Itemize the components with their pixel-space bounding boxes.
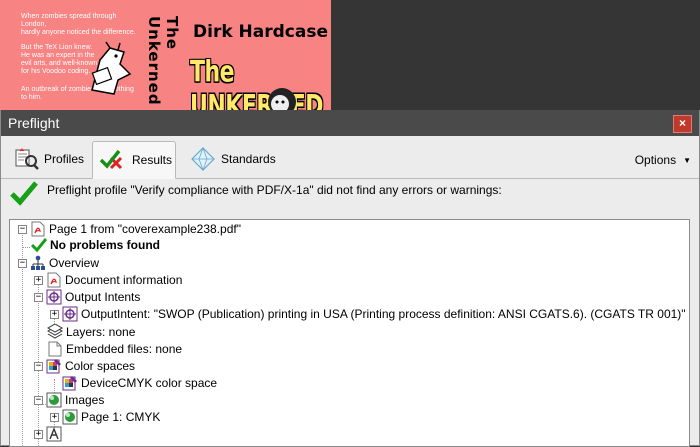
cover-blurb-paragraph: When zombies spread through London, hard… [21,13,136,36]
results-checkmark-icon [99,148,127,172]
tree-row[interactable]: Document information [46,271,182,288]
image-icon [62,409,78,425]
options-label: Options [634,153,677,167]
tab-standards[interactable]: Standards [184,141,282,177]
tree-row-label: Overview [49,255,100,270]
tab-profiles[interactable]: Profiles [7,141,90,177]
images-icon [46,392,62,408]
tree-row-label: Embedded files: none [66,341,183,356]
cover-book-title: The UNKERNED [190,56,324,110]
cmyk-color-icon [62,375,78,391]
tree-row[interactable]: Embedded files: none [47,340,182,357]
window-titlebar[interactable]: Preflight × [1,110,699,136]
output-intents-icon [46,289,62,305]
tree-row-label: Page 1 from "coverexample238.pdf" [49,221,241,236]
tree-row-label: DeviceCMYK color space [81,375,218,390]
cover-zombie-illustration [268,88,296,110]
tree-row[interactable]: OutputIntent: "SWOP (Publication) printi… [62,305,686,322]
tree-row[interactable] [46,425,65,442]
output-intent-icon [62,306,78,322]
expand-toggle[interactable]: + [50,413,59,422]
tree-row-label: Page 1: CMYK [81,409,161,424]
collapse-toggle[interactable]: − [34,293,43,302]
tab-profiles-label: Profiles [44,152,85,166]
tree-row-label: Images [65,392,105,407]
cover-preview: When zombies spread through London, hard… [0,0,331,110]
results-tree[interactable]: − Page 1 from "coverexample238.pdf" No p… [9,219,690,447]
tree-row[interactable]: Overview [30,254,99,271]
expand-toggle[interactable]: + [50,310,59,319]
profiles-icon [13,148,39,170]
pdf-document-icon [30,221,46,237]
tree-row-label: Layers: none [66,324,136,339]
collapse-toggle[interactable]: − [18,259,27,268]
layers-icon [47,323,63,340]
cover-spine-text: The Unkerned [145,16,181,106]
window-title: Preflight [8,115,60,131]
preflight-window: Preflight × Profiles Results Standards O… [0,110,700,447]
tree-row[interactable]: Output Intents [46,288,140,305]
tree-row[interactable]: Layers: none [47,323,135,340]
pdf-icon [46,272,62,288]
cover-author: Dirk Hardcase [193,22,328,42]
result-message: Preflight profile "Verify compliance wit… [9,180,502,209]
tree-row-label: Output Intents [65,289,141,304]
tree-row-label: No problems found [50,237,160,252]
chevron-down-icon: ▼ [683,155,691,165]
tree-row[interactable]: Images [46,391,104,408]
collapse-toggle[interactable]: − [18,225,27,234]
collapse-toggle[interactable]: − [34,396,43,405]
color-spaces-icon [46,358,62,374]
collapse-toggle[interactable]: − [34,362,43,371]
tab-results[interactable]: Results [92,141,176,179]
close-button[interactable]: × [673,115,692,133]
tree-row-label: OutputIntent: "SWOP (Publication) printi… [81,306,686,321]
embedded-file-icon [47,341,63,357]
tree-row[interactable]: Color spaces [46,357,135,374]
green-check-icon [31,237,47,253]
tab-standards-label: Standards [221,152,276,166]
cover-lion-illustration [91,41,132,95]
tree-row[interactable]: No problems found [31,236,160,253]
options-menu[interactable]: Options ▼ [635,153,691,167]
tree-row-label: Color spaces [65,358,136,373]
tab-bar: Profiles Results Standards Options ▼ [1,136,699,179]
fonts-icon [46,426,62,442]
tree-row[interactable]: Page 1 from "coverexample238.pdf" [30,220,241,237]
expand-toggle[interactable]: + [34,276,43,285]
tree-row-label: Document information [65,272,183,287]
tab-results-label: Results [132,153,173,167]
expand-toggle[interactable]: + [34,430,43,439]
standards-diamond-icon [190,147,216,171]
overview-hierarchy-icon [30,255,46,271]
result-message-text: Preflight profile "Verify compliance wit… [47,183,502,197]
tree-row[interactable]: Page 1: CMYK [62,408,160,425]
tree-row[interactable]: DeviceCMYK color space [62,374,217,391]
green-check-icon [9,180,39,209]
